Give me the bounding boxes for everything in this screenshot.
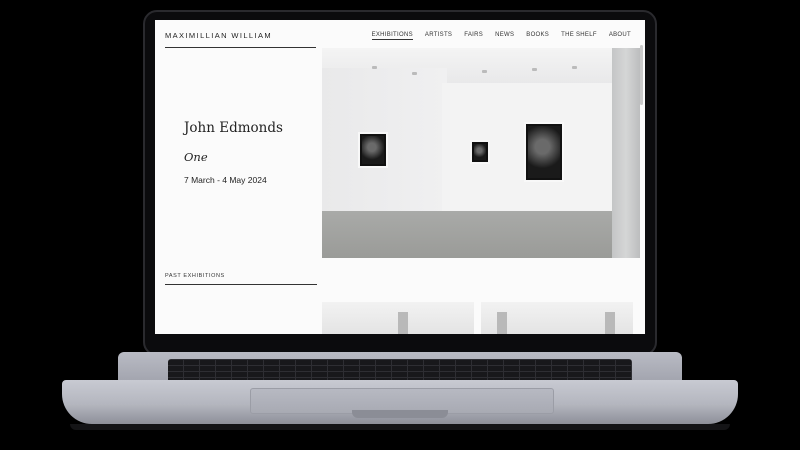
exhibition-title[interactable]: One — [184, 150, 208, 164]
nav-fairs[interactable]: FAIRS — [464, 32, 483, 40]
nav-about[interactable]: ABOUT — [609, 32, 631, 40]
ceiling-light — [372, 66, 377, 69]
past-exhibitions-rule — [165, 284, 317, 285]
past-exhibitions-heading: PAST EXHIBITIONS — [165, 273, 225, 279]
gallery-floor — [322, 211, 640, 258]
ceiling-light — [532, 68, 537, 71]
nav-books[interactable]: BOOKS — [526, 32, 549, 40]
nav-news[interactable]: NEWS — [495, 32, 514, 40]
site-logo[interactable]: MAXIMILLIAN WILLIAM — [165, 31, 272, 40]
thumbnail-column — [497, 312, 507, 334]
ceiling-light — [482, 70, 487, 73]
exhibition-dates: 7 March - 4 May 2024 — [184, 175, 267, 185]
nav-the-shelf[interactable]: THE SHELF — [561, 32, 597, 40]
past-exhibition-thumbnail[interactable] — [481, 302, 633, 334]
page-scrollbar[interactable] — [640, 45, 643, 105]
main-nav: EXHIBITIONS ARTISTS FAIRS NEWS BOOKS THE… — [371, 32, 631, 40]
laptop-notch — [352, 410, 448, 418]
ceiling-light — [412, 72, 417, 75]
laptop-shadow — [70, 424, 730, 430]
nav-artists[interactable]: ARTISTS — [425, 32, 452, 40]
thumbnail-column — [605, 312, 615, 334]
artwork-photo — [524, 122, 564, 182]
exhibition-hero-image[interactable] — [322, 48, 640, 258]
header-rule — [165, 47, 316, 48]
ceiling-light — [572, 66, 577, 69]
artwork-photo — [470, 140, 490, 164]
thumbnail-column — [398, 312, 408, 334]
laptop-screen: MAXIMILLIAN WILLIAM EXHIBITIONS ARTISTS … — [155, 20, 645, 334]
exhibition-artist[interactable]: John Edmonds — [184, 120, 283, 136]
past-exhibition-thumbnail[interactable] — [322, 302, 474, 334]
artwork-photo — [358, 132, 388, 168]
gallery-pillar — [612, 48, 640, 258]
nav-exhibitions[interactable]: EXHIBITIONS — [371, 32, 413, 40]
